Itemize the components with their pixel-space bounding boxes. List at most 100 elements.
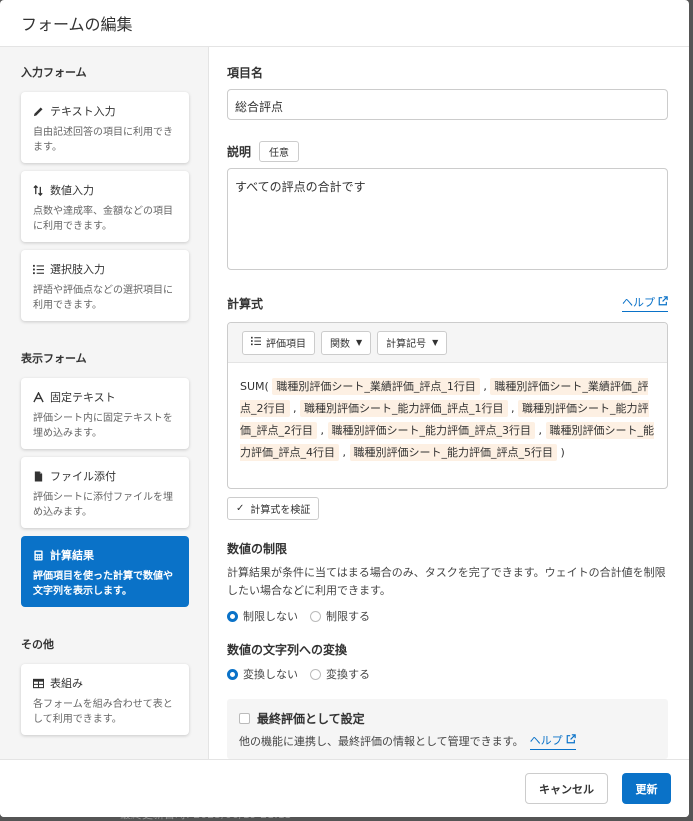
form-card-title: ファイル添付 — [50, 470, 116, 483]
modal-body: 入力フォーム テキスト入力 自由記述回答の項目に利用できます。 数値入力 点数や… — [0, 47, 689, 759]
list-icon — [33, 264, 44, 275]
verify-formula-label: 計算式を検証 — [250, 505, 311, 516]
caret-down-icon: ▼ — [432, 338, 439, 347]
form-card-desc: 評価項目を使った計算で数値や文字列を表示します。 — [33, 571, 173, 597]
limit-on-radio[interactable]: 制限する — [310, 608, 370, 624]
list-icon — [251, 336, 261, 349]
limit-off-radio[interactable]: 制限しない — [227, 608, 298, 624]
form-card-title: 計算結果 — [50, 549, 94, 562]
convert-label: 数値の文字列への変換 — [227, 643, 348, 657]
radio-label: 変換する — [326, 668, 370, 681]
description-label-row: 説明 任意 — [227, 141, 668, 162]
formula-prefix: SUM( — [240, 380, 269, 393]
symbols-dropdown[interactable]: 計算記号 ▼ — [377, 330, 448, 355]
display-forms-section-label: 表示フォーム — [21, 352, 87, 365]
modal-title: フォームの編集 — [21, 15, 133, 34]
final-evaluation-label: 最終評価として設定 — [257, 712, 365, 726]
radio-indicator — [227, 668, 238, 680]
update-button[interactable]: 更新 — [622, 773, 671, 804]
radio-indicator — [310, 610, 321, 622]
convert-radio-group: 変換しない 変換する — [227, 666, 668, 682]
calculator-icon — [33, 549, 44, 561]
formula-token[interactable]: 職種別評価シート_能力評価_評点_5行目 — [349, 444, 557, 461]
formula-label: 計算式 — [227, 296, 264, 311]
form-card-calc-result[interactable]: 計算結果 評価項目を使った計算で数値や文字列を表示します。 — [21, 536, 189, 607]
eval-items-label: 評価項目 — [266, 339, 306, 350]
radio-label: 制限しない — [243, 610, 298, 623]
radio-label: 変換しない — [243, 668, 298, 681]
description-label: 説明 — [227, 145, 252, 159]
final-evaluation-description: 他の機能に連携し、最終評価の情報として管理できます。 — [239, 735, 524, 748]
form-card-desc: 評価シート内に固定テキストを埋め込みます。 — [33, 413, 173, 439]
description-textarea[interactable]: すべての評点の合計です — [227, 168, 668, 270]
form-card-fixed-text[interactable]: 固定テキスト 評価シート内に固定テキストを埋め込みます。 — [21, 378, 189, 449]
formula-token[interactable]: 職種別評価シート_能力評価_評点_3行目 — [327, 422, 535, 439]
formula-token[interactable]: 職種別評価シート_能力評価_評点_1行目 — [300, 400, 508, 417]
formula-toolbar: 評価項目 関数 ▼ 計算記号 ▼ — [228, 323, 667, 363]
formula-separator: , — [342, 446, 347, 459]
formula-input[interactable]: SUM( 職種別評価シート_業績評価_評点_1行目 , 職種別評価シート_業績評… — [228, 363, 667, 488]
edit-form-modal: フォームの編集 入力フォーム テキスト入力 自由記述回答の項目に利用できます。 — [0, 0, 689, 817]
pencil-icon — [33, 106, 44, 117]
final-evaluation-row: 最終評価として設定 — [239, 710, 656, 727]
formula-editor: 評価項目 関数 ▼ 計算記号 ▼ SUM( 職種別評価シート_業績評価_評点_1… — [227, 322, 668, 489]
form-card-file-attach[interactable]: ファイル添付 評価シートに添付ファイルを埋め込みます。 — [21, 457, 189, 528]
symbols-label: 計算記号 — [386, 339, 427, 350]
final-evaluation-checkbox[interactable] — [239, 713, 250, 724]
functions-label: 関数 — [330, 339, 350, 350]
radio-indicator — [310, 668, 321, 680]
radio-label: 制限する — [326, 610, 370, 623]
final-evaluation-description-row: 他の機能に連携し、最終評価の情報として管理できます。 ヘルプ — [239, 732, 656, 750]
cancel-button[interactable]: キャンセル — [525, 773, 608, 804]
input-forms-section-label: 入力フォーム — [21, 66, 87, 79]
form-card-choice-input[interactable]: 選択肢入力 評語や評価点などの選択項目に利用できます。 — [21, 250, 189, 321]
form-settings-panel: 項目名 総合評点 説明 任意 すべての評点の合計です 計算式 ヘルプ 評価項目 … — [209, 47, 689, 759]
form-card-table[interactable]: 表組み 各フォームを組み合わせて表として利用できます。 — [21, 664, 189, 735]
verify-formula-button[interactable]: ✓ 計算式を検証 — [227, 497, 320, 520]
form-card-desc: 自由記述回答の項目に利用できます。 — [33, 127, 173, 153]
convert-on-radio[interactable]: 変換する — [310, 666, 370, 682]
formula-separator: , — [538, 424, 543, 437]
form-card-desc: 点数や達成率、金額などの項目に利用できます。 — [33, 206, 173, 232]
limit-radio-group: 制限しない 制限する — [227, 608, 668, 624]
other-forms-section-label: その他 — [21, 638, 54, 651]
limit-description: 計算結果が条件に当てはまる場合のみ、タスクを完了できます。ウェイトの合計値を制限… — [227, 566, 666, 597]
check-icon: ✓ — [236, 503, 245, 514]
caret-down-icon: ▼ — [356, 338, 363, 347]
optional-badge: 任意 — [259, 141, 300, 162]
modal-footer: キャンセル 更新 — [0, 759, 689, 817]
form-card-text-input[interactable]: テキスト入力 自由記述回答の項目に利用できます。 — [21, 92, 189, 163]
modal-header: フォームの編集 — [0, 0, 689, 47]
font-icon — [33, 391, 44, 403]
external-link-icon — [566, 733, 576, 747]
formula-separator: , — [483, 380, 487, 393]
form-card-title: 固定テキスト — [50, 391, 116, 404]
eval-items-button[interactable]: 評価項目 — [242, 330, 315, 355]
final-evaluation-help-link[interactable]: ヘルプ — [529, 732, 576, 750]
form-card-title: 選択肢入力 — [50, 263, 105, 276]
item-name-input[interactable]: 総合評点 — [227, 89, 668, 120]
convert-off-radio[interactable]: 変換しない — [227, 666, 298, 682]
form-card-title: 数値入力 — [50, 184, 94, 197]
formula-help-link[interactable]: ヘルプ — [622, 294, 668, 312]
form-card-title: 表組み — [50, 677, 83, 690]
help-link-label: ヘルプ — [622, 296, 655, 309]
file-icon — [33, 470, 44, 482]
form-card-desc: 評語や評価点などの選択項目に利用できます。 — [33, 285, 173, 311]
functions-dropdown[interactable]: 関数 ▼ — [321, 330, 372, 355]
form-type-sidebar: 入力フォーム テキスト入力 自由記述回答の項目に利用できます。 数値入力 点数や… — [0, 47, 209, 759]
form-card-desc: 評価シートに添付ファイルを埋め込みます。 — [33, 492, 173, 518]
formula-suffix: ) — [560, 446, 565, 459]
formula-header: 計算式 ヘルプ — [227, 294, 668, 312]
formula-token[interactable]: 職種別評価シート_業績評価_評点_1行目 — [272, 378, 480, 395]
table-icon — [33, 678, 44, 689]
formula-separator: , — [320, 424, 325, 437]
help-link-label: ヘルプ — [529, 734, 563, 747]
form-card-desc: 各フォームを組み合わせて表として利用できます。 — [33, 699, 173, 725]
form-card-title: テキスト入力 — [50, 105, 116, 118]
final-evaluation-box: 最終評価として設定 他の機能に連携し、最終評価の情報として管理できます。 ヘルプ — [227, 699, 668, 759]
external-link-icon — [658, 295, 668, 309]
radio-indicator — [227, 610, 238, 622]
sort-arrows-icon — [33, 184, 44, 196]
form-card-number-input[interactable]: 数値入力 点数や達成率、金額などの項目に利用できます。 — [21, 171, 189, 242]
